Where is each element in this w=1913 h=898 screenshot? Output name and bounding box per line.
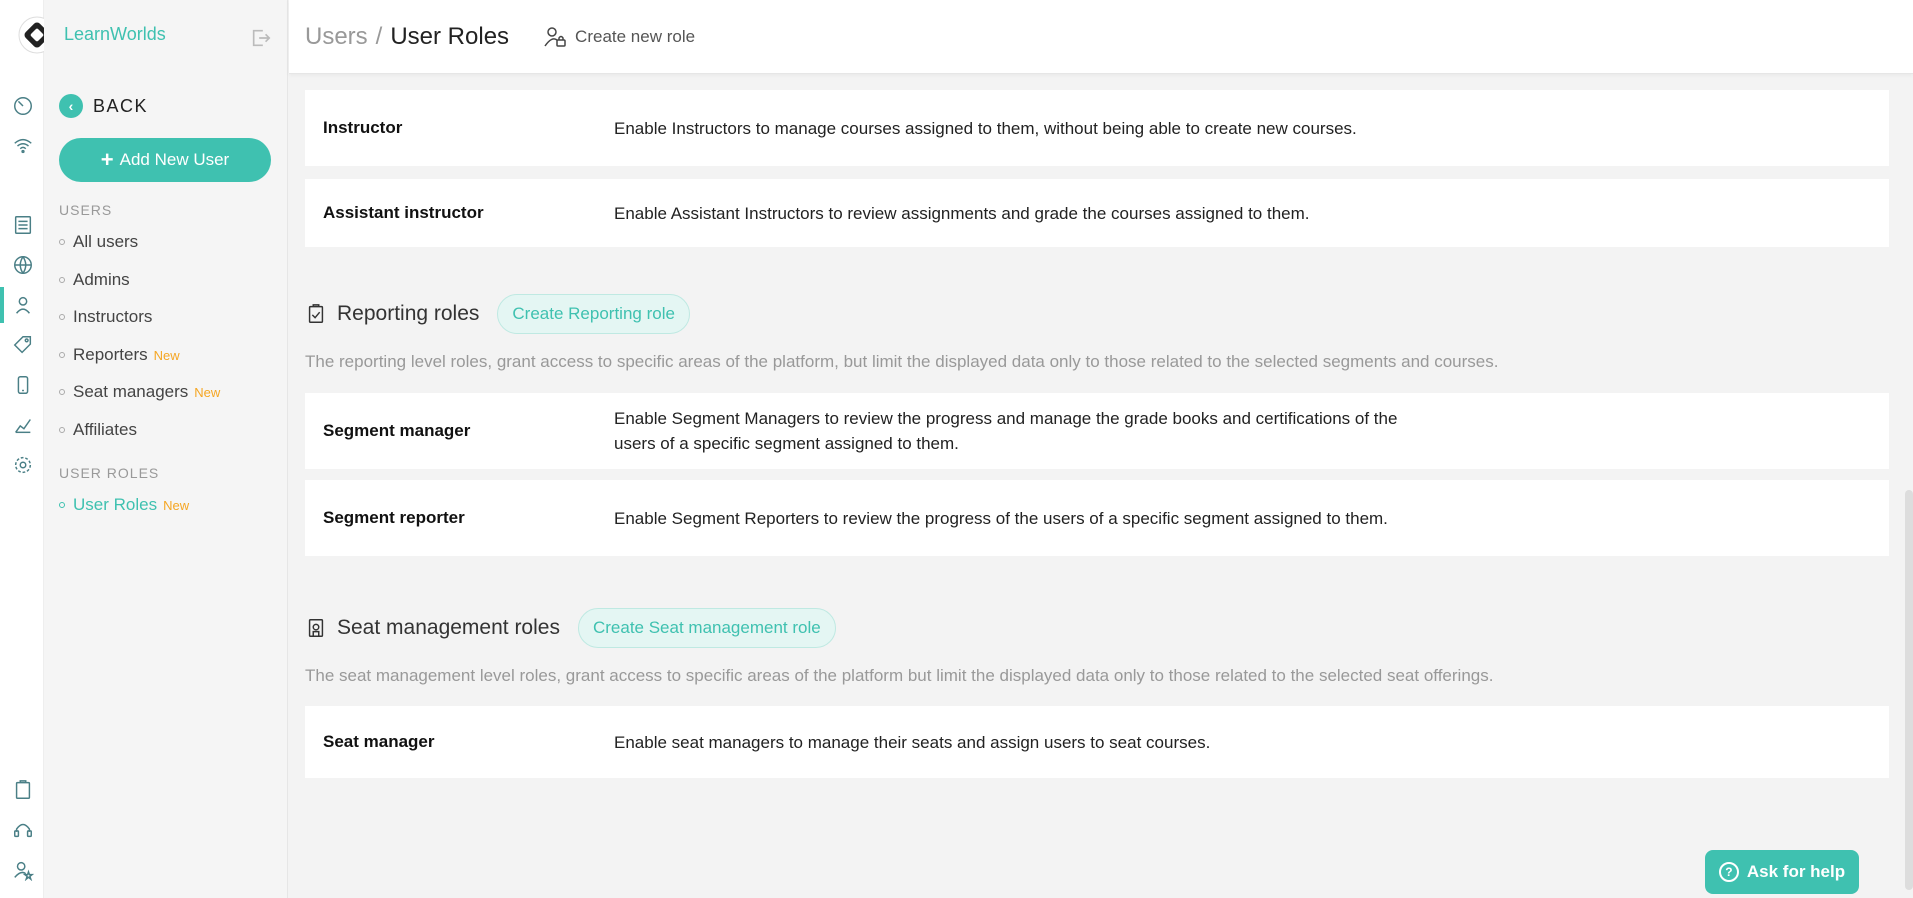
- role-name: Assistant instructor: [323, 203, 484, 222]
- back-button[interactable]: ‹ BACK: [59, 94, 148, 118]
- user-star-icon[interactable]: [11, 858, 35, 882]
- create-new-role-label: Create new role: [575, 26, 696, 46]
- reporting-roles-header: Reporting roles Create Reporting role: [305, 294, 690, 334]
- users-icon[interactable]: [11, 293, 35, 317]
- dashboard-gauge-icon[interactable]: [11, 94, 35, 118]
- main-content: Instructor Enable Instructors to manage …: [289, 74, 1913, 898]
- sidebar-item-user-roles[interactable]: User Roles New: [59, 495, 189, 515]
- sidebar-item-admins[interactable]: Admins: [59, 270, 130, 290]
- new-badge: New: [163, 497, 190, 513]
- seat-management-roles-title: Seat management roles: [337, 616, 560, 639]
- page-header: Users / User Roles Create new role: [289, 0, 1913, 74]
- reporting-roles-description: The reporting level roles, grant access …: [305, 352, 1499, 371]
- bullet-icon: [59, 277, 65, 283]
- seat-badge-icon: [308, 619, 324, 637]
- courses-list-icon[interactable]: [11, 213, 35, 237]
- bullet-icon: [59, 502, 65, 508]
- clipboard-icon[interactable]: [11, 778, 35, 802]
- bullet-icon: [59, 314, 65, 320]
- exit-icon[interactable]: [250, 27, 272, 49]
- seat-management-roles-header: Seat management roles Create Seat manage…: [305, 608, 836, 648]
- settings-gear-icon[interactable]: [11, 453, 35, 477]
- brand-name[interactable]: LearnWorlds: [64, 24, 166, 45]
- user-roles-section-label: USER ROLES: [59, 465, 160, 481]
- support-headset-icon[interactable]: [11, 818, 35, 842]
- role-description: Enable Segment Managers to review the pr…: [614, 409, 1398, 453]
- reporting-roles-title: Reporting roles: [337, 302, 480, 325]
- role-description: Enable Instructors to manage courses ass…: [614, 118, 1357, 138]
- back-arrow-icon: ‹: [59, 94, 83, 118]
- rail-active-indicator: [0, 287, 4, 323]
- role-description: Enable seat managers to manage their sea…: [614, 732, 1211, 752]
- bullet-icon: [59, 239, 65, 245]
- back-label: BACK: [93, 95, 149, 116]
- add-new-user-button[interactable]: + Add New User: [59, 138, 271, 182]
- create-seat-management-role-button[interactable]: Create Seat management role: [577, 608, 836, 648]
- question-icon: ?: [1718, 862, 1739, 882]
- sidebar-item-label: User Roles: [73, 495, 158, 514]
- user-lock-icon: [544, 26, 566, 47]
- icon-rail: [0, 0, 56, 898]
- breadcrumb-separator: /: [375, 22, 383, 50]
- new-badge: New: [194, 384, 221, 400]
- add-new-user-label: Add New User: [119, 150, 230, 169]
- seat-management-roles-description: The seat management level roles, grant a…: [305, 666, 1494, 685]
- role-row-instructor[interactable]: Instructor Enable Instructors to manage …: [305, 90, 1889, 166]
- role-row-seat-manager[interactable]: Seat manager Enable seat managers to man…: [305, 706, 1889, 778]
- breadcrumb-users[interactable]: Users: [305, 23, 368, 51]
- ask-for-help-label: Ask for help: [1746, 862, 1846, 881]
- create-reporting-role-button[interactable]: Create Reporting role: [497, 294, 690, 334]
- globe-icon[interactable]: [11, 253, 35, 277]
- sidebar-item-all-users[interactable]: All users: [59, 232, 138, 252]
- role-row-segment-reporter[interactable]: Segment reporter Enable Segment Reporter…: [305, 480, 1889, 556]
- scrollbar[interactable]: [1905, 490, 1913, 890]
- role-description: Enable Segment Reporters to review the p…: [614, 508, 1388, 528]
- sidebar-item-label: Admins: [73, 270, 130, 289]
- sidebar-item-seat-managers[interactable]: Seat managers New: [59, 382, 220, 402]
- users-section-label: USERS: [59, 202, 113, 218]
- role-row-assistant-instructor[interactable]: Assistant instructor Enable Assistant In…: [305, 179, 1889, 247]
- role-description: Enable Assistant Instructors to review a…: [614, 203, 1310, 223]
- role-name: Segment manager: [323, 421, 471, 440]
- analytics-icon[interactable]: [11, 413, 35, 437]
- role-name: Instructor: [323, 118, 403, 137]
- role-row-segment-manager[interactable]: Segment manager Enable Segment Managers …: [305, 393, 1889, 469]
- bullet-icon: [59, 389, 65, 395]
- sidebar-item-label: Seat managers: [73, 382, 189, 401]
- sidebar-item-label: All users: [73, 232, 139, 251]
- clipboard-check-icon: [308, 304, 324, 323]
- page-title: User Roles: [390, 22, 510, 50]
- bullet-icon: [59, 352, 65, 358]
- tag-icon[interactable]: [11, 333, 35, 357]
- plus-icon: +: [100, 147, 114, 172]
- sidebar: LearnWorlds ‹ BACK + Add New User USERS …: [44, 0, 288, 898]
- ask-for-help-button[interactable]: ? Ask for help: [1705, 850, 1859, 894]
- role-name: Seat manager: [323, 732, 435, 751]
- sidebar-item-affiliates[interactable]: Affiliates: [59, 420, 137, 440]
- create-new-role-button[interactable]: Create new role: [543, 25, 695, 49]
- bullet-icon: [59, 427, 65, 433]
- sidebar-item-label: Affiliates: [73, 420, 137, 439]
- mobile-icon[interactable]: [11, 373, 35, 397]
- sidebar-item-instructors[interactable]: Instructors: [59, 307, 152, 327]
- role-name: Segment reporter: [323, 508, 465, 527]
- sidebar-item-label: Instructors: [73, 307, 153, 326]
- wifi-icon[interactable]: [11, 134, 35, 158]
- sidebar-item-reporters[interactable]: Reporters New: [59, 345, 180, 365]
- new-badge: New: [153, 347, 180, 363]
- sidebar-item-label: Reporters: [73, 345, 148, 364]
